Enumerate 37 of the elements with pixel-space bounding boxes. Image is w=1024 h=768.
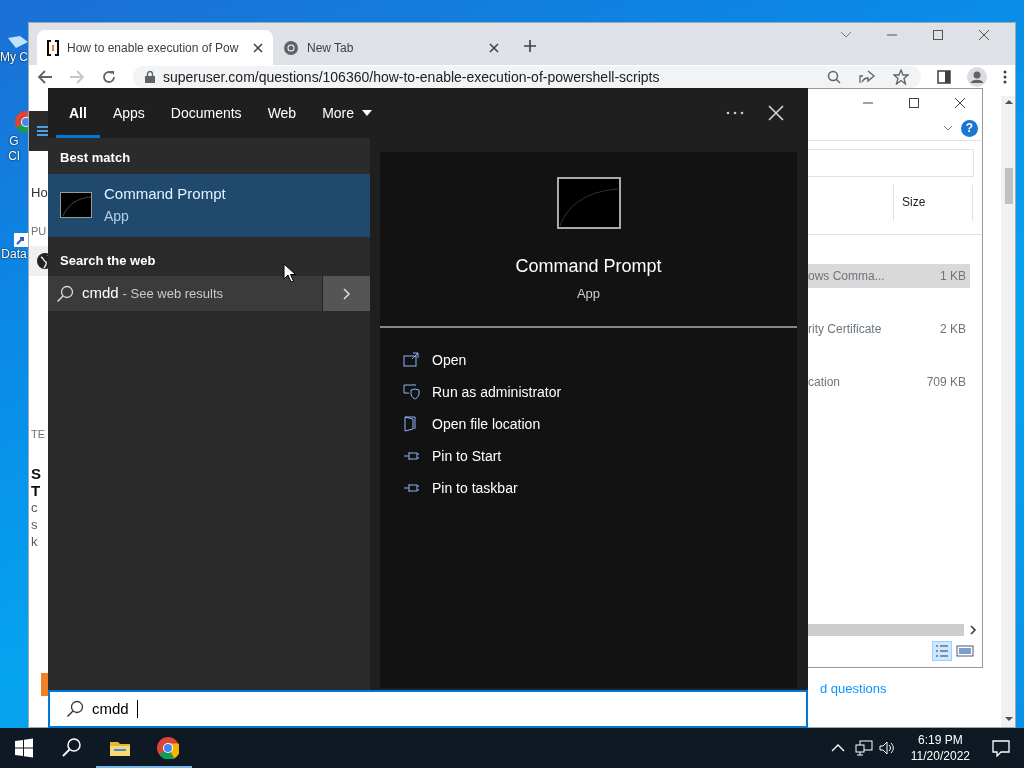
page-text: Ho: [31, 184, 48, 202]
app-type: App: [576, 285, 601, 303]
action-item[interactable]: Run as administrator: [396, 376, 797, 408]
clock[interactable]: 6:19 PM 11/20/2022: [902, 732, 978, 764]
filter-tab[interactable]: Documents: [157, 88, 255, 138]
address-bar[interactable]: superuser.com/questions/106360/how-to-enable-execution-of-powershell-scripts: [133, 66, 921, 88]
page-text: S: [31, 464, 41, 484]
column-header[interactable]: Size: [893, 185, 973, 221]
page-text: k: [31, 533, 38, 551]
page-text: T: [31, 481, 41, 501]
filter-tab[interactable]: Web: [254, 88, 310, 138]
browser-tab[interactable]: New Tab: [273, 30, 509, 65]
desktop-icon-label[interactable]: Data: [0, 247, 28, 262]
browser-tab[interactable]: How to enable execution of Pow: [37, 30, 273, 65]
filter-tab[interactable]: All: [56, 88, 100, 138]
file-row[interactable]: ows Comma... 1 KB: [808, 264, 970, 288]
file-row[interactable]: cation 709 KB: [808, 370, 970, 394]
help-button[interactable]: ?: [961, 119, 978, 137]
page-text: s: [31, 516, 38, 534]
search-field[interactable]: cmdd: [48, 690, 808, 728]
action-item[interactable]: Pin to Start: [396, 440, 797, 472]
page-text: PU: [31, 224, 47, 239]
desktop-icon-label[interactable]: G: [0, 134, 28, 149]
section-heading: Search the web: [59, 251, 157, 270]
section-heading: Best match: [59, 149, 132, 167]
page-text: TE: [31, 427, 46, 442]
action-item[interactable]: Open file location: [396, 408, 797, 440]
desktop-icon-label[interactable]: My C: [0, 50, 28, 65]
file-row[interactable]: rity Certificate 2 KB: [808, 317, 970, 341]
action-item[interactable]: Pin to taskbar: [396, 472, 797, 504]
app-title: Command Prompt: [515, 255, 662, 278]
desktop-icon-label[interactable]: Cl: [0, 149, 28, 164]
filter-tab[interactable]: More: [309, 88, 386, 138]
result-item[interactable]: Command Prompt App: [48, 173, 370, 237]
action-item[interactable]: Open: [396, 344, 797, 376]
page-text: c: [31, 499, 38, 517]
filter-tab[interactable]: Apps: [99, 88, 158, 138]
